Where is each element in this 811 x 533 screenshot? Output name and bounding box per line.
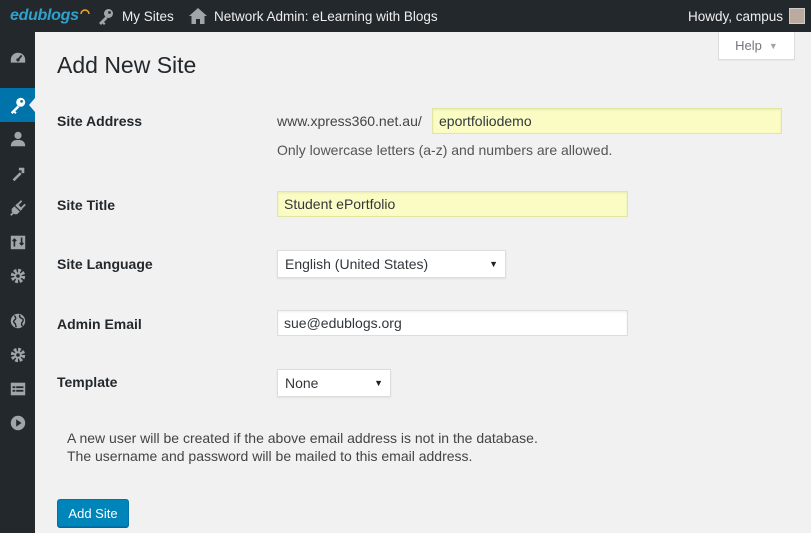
add-site-button[interactable]: Add Site bbox=[57, 499, 129, 527]
dashboard-icon bbox=[10, 52, 25, 63]
site-language-selected: English (United States) bbox=[285, 256, 429, 272]
updates-icon bbox=[10, 235, 25, 250]
sidebar-item-updates[interactable] bbox=[0, 225, 35, 259]
sidebar-item-network[interactable] bbox=[0, 304, 35, 338]
globe-icon bbox=[10, 313, 25, 329]
my-sites-label: My Sites bbox=[122, 8, 174, 24]
note-line-1: A new user will be created if the above … bbox=[67, 430, 538, 446]
sidebar-item-settings[interactable] bbox=[0, 259, 35, 293]
admin-email-value: sue@edublogs.org bbox=[284, 315, 402, 331]
site-title-input[interactable]: Student ePortfolio bbox=[277, 191, 628, 217]
site-address-prefix: www.xpress360.net.au/ bbox=[277, 113, 422, 129]
site-address-label: Site Address bbox=[57, 113, 143, 129]
home-icon bbox=[189, 8, 207, 24]
list-icon bbox=[10, 382, 25, 396]
site-address-hint: Only lowercase letters (a-z) and numbers… bbox=[277, 142, 613, 158]
sidebar-item-sites[interactable] bbox=[0, 88, 35, 122]
caret-down-icon: ▼ bbox=[374, 378, 383, 388]
admin-email-input[interactable]: sue@edublogs.org bbox=[277, 310, 628, 336]
template-selected: None bbox=[285, 375, 319, 391]
edublogs-logo[interactable]: edublogs bbox=[10, 0, 90, 32]
plugins-icon bbox=[9, 200, 26, 216]
new-user-note: A new user will be created if the above … bbox=[67, 429, 538, 465]
network-admin-menu[interactable]: Network Admin: eLearning with Blogs bbox=[188, 0, 438, 32]
key-icon bbox=[99, 9, 113, 25]
note-line-2: The username and password will be mailed… bbox=[67, 448, 473, 464]
site-address-input[interactable]: eportfoliodemo bbox=[432, 108, 782, 134]
admin-email-label: Admin Email bbox=[57, 316, 142, 332]
key-icon bbox=[10, 97, 25, 114]
caret-down-icon: ▼ bbox=[489, 259, 498, 269]
admin-bar: edublogs My Sites Network Admin: eLearni… bbox=[0, 0, 811, 32]
avatar bbox=[789, 8, 805, 24]
users-icon bbox=[10, 131, 25, 147]
admin-sidebar bbox=[0, 32, 35, 533]
site-language-label: Site Language bbox=[57, 256, 153, 272]
sidebar-item-media[interactable] bbox=[0, 406, 35, 440]
settings-icon bbox=[10, 268, 25, 284]
play-icon bbox=[10, 415, 25, 431]
my-sites-menu[interactable]: My Sites bbox=[96, 0, 174, 32]
site-language-select[interactable]: English (United States) ▼ bbox=[277, 250, 506, 278]
sidebar-item-plugins[interactable] bbox=[0, 191, 35, 225]
page-title: Add New Site bbox=[57, 52, 197, 78]
tools-icon bbox=[12, 167, 24, 182]
site-title-label: Site Title bbox=[57, 197, 116, 213]
logo-text: edublogs bbox=[10, 7, 79, 24]
gear-icon bbox=[10, 347, 25, 363]
caret-down-icon: ▼ bbox=[768, 40, 778, 51]
account-menu[interactable]: Howdy, campus bbox=[688, 0, 805, 32]
sun-icon bbox=[79, 9, 90, 15]
help-label: Help bbox=[735, 38, 762, 53]
network-admin-label: Network Admin: eLearning with Blogs bbox=[214, 8, 438, 24]
site-title-value: Student ePortfolio bbox=[284, 196, 396, 212]
sidebar-item-list[interactable] bbox=[0, 372, 35, 406]
site-address-value: eportfoliodemo bbox=[439, 113, 532, 129]
sidebar-item-network-settings[interactable] bbox=[0, 338, 35, 372]
template-select[interactable]: None ▼ bbox=[277, 369, 391, 397]
sidebar-item-themes[interactable] bbox=[0, 157, 35, 191]
howdy-label: Howdy, campus bbox=[687, 8, 783, 24]
help-tab-button[interactable]: Help ▼ bbox=[718, 32, 795, 60]
template-label: Template bbox=[57, 374, 118, 390]
sidebar-item-users[interactable] bbox=[0, 122, 35, 156]
sidebar-item-dashboard[interactable] bbox=[0, 42, 35, 76]
